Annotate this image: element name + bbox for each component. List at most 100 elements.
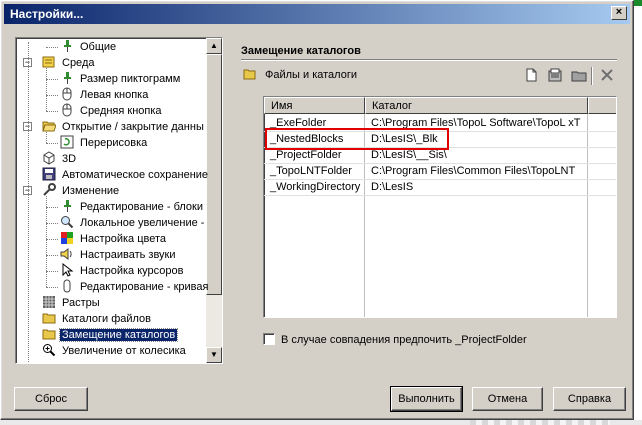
- delete-icon: [601, 69, 613, 81]
- folder-button[interactable]: [571, 67, 587, 83]
- tree-item[interactable]: Средняя кнопка: [60, 103, 164, 119]
- close-button[interactable]: ×: [611, 6, 627, 20]
- highlight-annotation: [265, 128, 449, 150]
- tree-connector: [46, 239, 58, 240]
- tree-connector: [28, 42, 29, 362]
- column-header-name[interactable]: Имя: [264, 97, 365, 114]
- environment-icon: [42, 55, 56, 69]
- tree-item-label: Средняя кнопка: [80, 105, 162, 117]
- open-folder-icon: [42, 119, 57, 133]
- tree-connector: [46, 68, 47, 111]
- tree-item-label: Редактирование - блоки: [80, 201, 203, 213]
- prefer-project-folder-option[interactable]: В случае совпадения предпочить _ProjectF…: [263, 333, 527, 346]
- tree-connector: [46, 196, 47, 287]
- help-button[interactable]: Справка: [553, 387, 626, 411]
- raster-icon: [42, 295, 56, 309]
- cancel-button[interactable]: Отмена: [472, 387, 543, 411]
- tree-connector: [46, 207, 58, 208]
- tree-item[interactable]: Настройка курсоров: [60, 262, 185, 279]
- tree-item[interactable]: Перерисовка: [60, 135, 149, 151]
- cell-name: _WorkingDirectory: [270, 181, 361, 193]
- scroll-down-button[interactable]: ▼: [206, 347, 222, 363]
- close-icon: ×: [615, 6, 623, 18]
- cube-icon: [42, 151, 56, 165]
- tree-item-label: Каталоги файлов: [62, 313, 152, 325]
- scroll-up-button[interactable]: ▲: [206, 38, 222, 54]
- folder-icon: [243, 67, 257, 81]
- folder-icon: [42, 327, 56, 341]
- tree-item-label: Замещение каталогов: [58, 328, 179, 342]
- tree-item[interactable]: Растры: [42, 295, 102, 311]
- tree-item[interactable]: Общие: [60, 39, 118, 55]
- tree-item-label: Автоматическое сохранение: [62, 169, 209, 181]
- tree-item-label: Настройка курсоров: [80, 265, 184, 277]
- table-header: Имя Каталог: [264, 97, 616, 114]
- tree-item[interactable]: Редактирование - блоки: [60, 199, 205, 215]
- tree-connector: [46, 95, 58, 96]
- tree-connector: [46, 47, 58, 48]
- settings-tree[interactable]: ▲ ▼ Общие − Среда Размер пиктограмм Левая кн…: [15, 37, 223, 364]
- tree-item-label: 3D: [62, 153, 77, 165]
- tree-item[interactable]: Изменение: [42, 183, 121, 199]
- wrench-icon: [42, 183, 56, 197]
- column-header-path[interactable]: Каталог: [365, 97, 588, 114]
- save-icon: [42, 167, 56, 181]
- cursor-icon: [60, 262, 74, 277]
- table-row[interactable]: _TopoLNTFolder C:\Program Files\Common Fi…: [264, 163, 616, 180]
- tree-item[interactable]: Замещение каталогов: [42, 327, 179, 343]
- folder-icon: [42, 311, 56, 325]
- tree-item[interactable]: Редактирование - кривая: [60, 279, 210, 295]
- edit-item-button[interactable]: [547, 67, 563, 83]
- tree-item-label: Изменение: [62, 185, 120, 197]
- tree-item-label: Настройка цвета: [80, 233, 167, 245]
- pin-icon: [60, 39, 74, 53]
- mouse-icon: [60, 103, 74, 117]
- tree-item[interactable]: 3D: [42, 151, 78, 167]
- tree-connector: [46, 79, 58, 80]
- tree-connector: [46, 255, 58, 256]
- tree-item-label: Левая кнопка: [80, 89, 149, 101]
- apply-button[interactable]: Выполнить: [390, 386, 463, 412]
- section-divider: [241, 59, 617, 61]
- mouse-icon: [60, 87, 74, 101]
- column-header-filler: [588, 97, 616, 114]
- tree-item[interactable]: Настраивать звуки: [60, 247, 178, 263]
- properties-icon: [548, 68, 562, 82]
- section-title: Замещение каталогов: [241, 45, 361, 57]
- window-title: Настройки...: [10, 7, 84, 21]
- magnifier-icon: [60, 215, 74, 229]
- delete-item-button[interactable]: [599, 67, 615, 83]
- tree-scrollbar[interactable]: ▲ ▼: [206, 38, 222, 363]
- tree-item-label: Перерисовка: [80, 137, 148, 149]
- tree-connector: [46, 287, 58, 288]
- table-row[interactable]: _WorkingDirectory D:\LesIS: [264, 179, 616, 196]
- cell-name: _TopoLNTFolder: [270, 165, 352, 177]
- curve-icon: [60, 279, 74, 293]
- tree-item[interactable]: Левая кнопка: [60, 87, 150, 103]
- zoom-icon: [42, 343, 56, 357]
- toolbar-separator: [591, 67, 593, 85]
- color-palette-icon: [60, 231, 74, 245]
- cell-path: C:\Program Files\Common Files\TopoLNT: [371, 165, 576, 177]
- tree-item[interactable]: Среда: [42, 55, 96, 71]
- tree-item[interactable]: Автоматическое сохранение: [42, 167, 210, 183]
- reset-button[interactable]: Сброс: [14, 387, 88, 411]
- new-item-button[interactable]: [523, 67, 539, 83]
- tree-item[interactable]: Размер пиктограмм: [60, 71, 182, 87]
- tree-connector: [46, 143, 58, 144]
- checkbox-label: В случае совпадения предпочить _ProjectF…: [281, 334, 527, 346]
- tree-item-label: Настраивать звуки: [80, 249, 176, 261]
- tree-item-label: Локальное увеличение -: [80, 217, 205, 229]
- tree-connector: [46, 132, 47, 143]
- tree-item-label: Среда: [62, 57, 95, 69]
- speaker-icon: [60, 247, 74, 261]
- tree-item[interactable]: Настройка цвета: [60, 231, 168, 247]
- tree-item[interactable]: Открытие / закрытие данны: [42, 119, 206, 135]
- tree-item[interactable]: Локальное увеличение -: [60, 215, 206, 231]
- settings-dialog: Настройки... × ▲ ▼ Общие − Среда Размер пик…: [0, 0, 634, 420]
- prefer-project-folder-checkbox[interactable]: [263, 333, 275, 345]
- tree-item-label: Открытие / закрытие данны: [62, 121, 204, 133]
- tree-item[interactable]: Каталоги файлов: [42, 311, 153, 327]
- tree-item[interactable]: Увеличение от колесика: [42, 343, 188, 359]
- pin-icon: [60, 71, 74, 85]
